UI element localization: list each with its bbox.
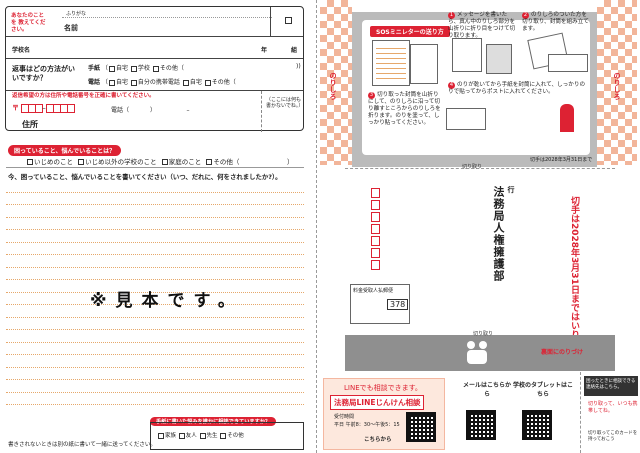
right-note-3: 切り取ってこのカードを持っておこう [588,431,638,442]
furigana-label: ふりがな [66,11,87,17]
children-icon [467,341,489,365]
nori-label-right: のりしろ [613,72,621,100]
sample-watermark: ※見本です。 [90,291,244,311]
diagram-letter [372,40,410,86]
tablet-label: 学校のタブレットはこちら [512,382,573,398]
reply-phone-line: 電話 （自宅 自分の携帯電話 自宅 その他（ [88,79,236,86]
mail-label: メールはこちらから [462,382,511,398]
diagram-envelope [446,108,486,130]
info-form: あなたのことを 教えてください。 ふりがな 名前 学校名 年 組 返事はどの方法… [5,6,304,132]
name-row: あなたのことを 教えてください。 ふりがな 名前 [6,7,303,37]
question1-options: いじめのこと いじめ以外の学校のこと 家庭のこと その他（ ） [26,156,293,166]
line-name: 法務局LINEじんけん相談 [330,395,425,410]
consult-teacher-checkbox[interactable] [199,432,206,439]
reply-letter-label: 手紙 [88,65,101,72]
cut-label-top: 切り取り [462,164,483,170]
postal-code-field[interactable]: 〒 – [12,103,75,113]
phone-field[interactable]: 電話（ ） – [111,105,190,114]
q1-family-checkbox[interactable] [161,159,168,165]
address-label: 住所 [22,120,38,129]
q1-school-checkbox[interactable] [78,159,85,165]
hours-value: 平日 午前8：30〜午後5：15 [334,422,400,428]
step-2: 2 のりしろのついた方を切り取り、封筒を組み立てます。 [522,12,589,32]
mail-qr-code[interactable] [466,410,496,440]
reply-phone-home2-checkbox[interactable] [182,79,189,86]
reply-letter-school-checkbox[interactable] [130,65,137,72]
reply-letter-other-checkbox[interactable] [152,65,159,72]
diagram-step1-a [452,38,482,72]
reply-phone-mobile-checkbox[interactable] [130,79,137,86]
reply-phone-other-checkbox[interactable] [204,79,211,86]
nori-label-left: のりしろ [329,72,337,100]
reply-letter-line: 手紙 （自宅 学校 その他（ [88,65,184,72]
consult-other-checkbox[interactable] [220,432,227,439]
expiry-note: 切手は2028年3月31日まで [530,157,593,163]
sos-mini-letter: あなたのことを 教えてください。 ふりがな 名前 学校名 年 組 返事はどの方法… [0,0,640,453]
address-note: 返信希望の方は住所や電話番号を正確に書いてください。 [12,93,155,99]
recipient-name: 法務局人権擁護部 [492,186,505,282]
bottom-flap: 裏面にのりづけ [345,335,615,371]
postbox-icon [560,104,574,132]
sos-title: SOSミニレターの送り方 [370,26,450,37]
reply-phone-label: 電話 [88,79,101,86]
reply-phone-home-checkbox[interactable] [108,79,115,86]
tablet-qr-code[interactable] [522,410,552,440]
reply-row: 返事はどの方法がいいですか？ 手紙 （自宅 学校 その他（ 電話 （自宅 自分の… [6,59,303,91]
line-access-link[interactable]: こちらから [364,435,392,443]
step-1: 1 メッセージを書いたら、真ん中のりしろ部分を山折りに折り目をつけて切り取ります。 [448,12,516,39]
reply-question: 返事はどの方法がいいですか？ [12,65,75,82]
q1-other-checkbox[interactable] [206,159,213,165]
right-note-2: 切り取って、いつも携帯してね。 [588,401,638,414]
consult-friend-checkbox[interactable] [178,432,185,439]
school-label: 学校名 [12,47,31,54]
step-3: 3 切り取った封筒を山折りにして、のりしろに沿って切り離すところからのりしろを折り… [368,92,441,126]
fee-stamp-box: 料金受取人払郵便 378 [350,284,410,324]
nori-bottom-label: 裏面にのりづけ [541,349,584,356]
question1-pill: 困っていること、悩んでいることは？ [8,145,122,156]
name-label: 名前 [64,24,78,32]
class-label: 組 [291,47,298,54]
step-4: 4 のりが乾いてから手紙を封筒に入れて、しっかりのりで貼ってからポストに入れてくだ… [448,82,586,95]
recipient-suffix: 行 [507,186,515,193]
school-row: 学校名 年 組 [6,37,303,59]
fold-line [316,0,317,453]
q1-bullying-checkbox[interactable] [27,159,33,165]
reply-letter-home-checkbox[interactable] [108,65,115,72]
diagram-card [410,44,438,84]
diagram-step2-b [548,54,588,72]
cut-line-card [580,372,581,453]
line-title: LINEでも相談できます。 [344,384,422,392]
diagram-step1-b [486,44,512,74]
line-qr-code[interactable] [406,412,436,442]
seal-box [270,7,304,37]
address-area: 返信希望の方は住所や電話番号を正確に書いてください。 〒 – 電話（ ） – 住… [6,91,303,132]
name-note: あなたのことを 教えてください。 [11,13,46,33]
office-use-box: （ここには何も書かないでね。） [261,91,305,132]
grade-label: 年 [261,47,268,54]
cut-label-bottom: 切り取り [473,331,494,337]
hours-label: 受付時間 [334,414,355,420]
consult-family-checkbox[interactable] [158,432,164,439]
postal-code-boxes [371,188,380,272]
right-note-1: 困ったときに相談できる連絡先はこちら。 [584,376,638,396]
consult-note: 書きされないときは別の紙に書いて一緒に送ってください。 [8,442,156,448]
consult-box: 家族 友人 先生 その他 [150,422,304,450]
